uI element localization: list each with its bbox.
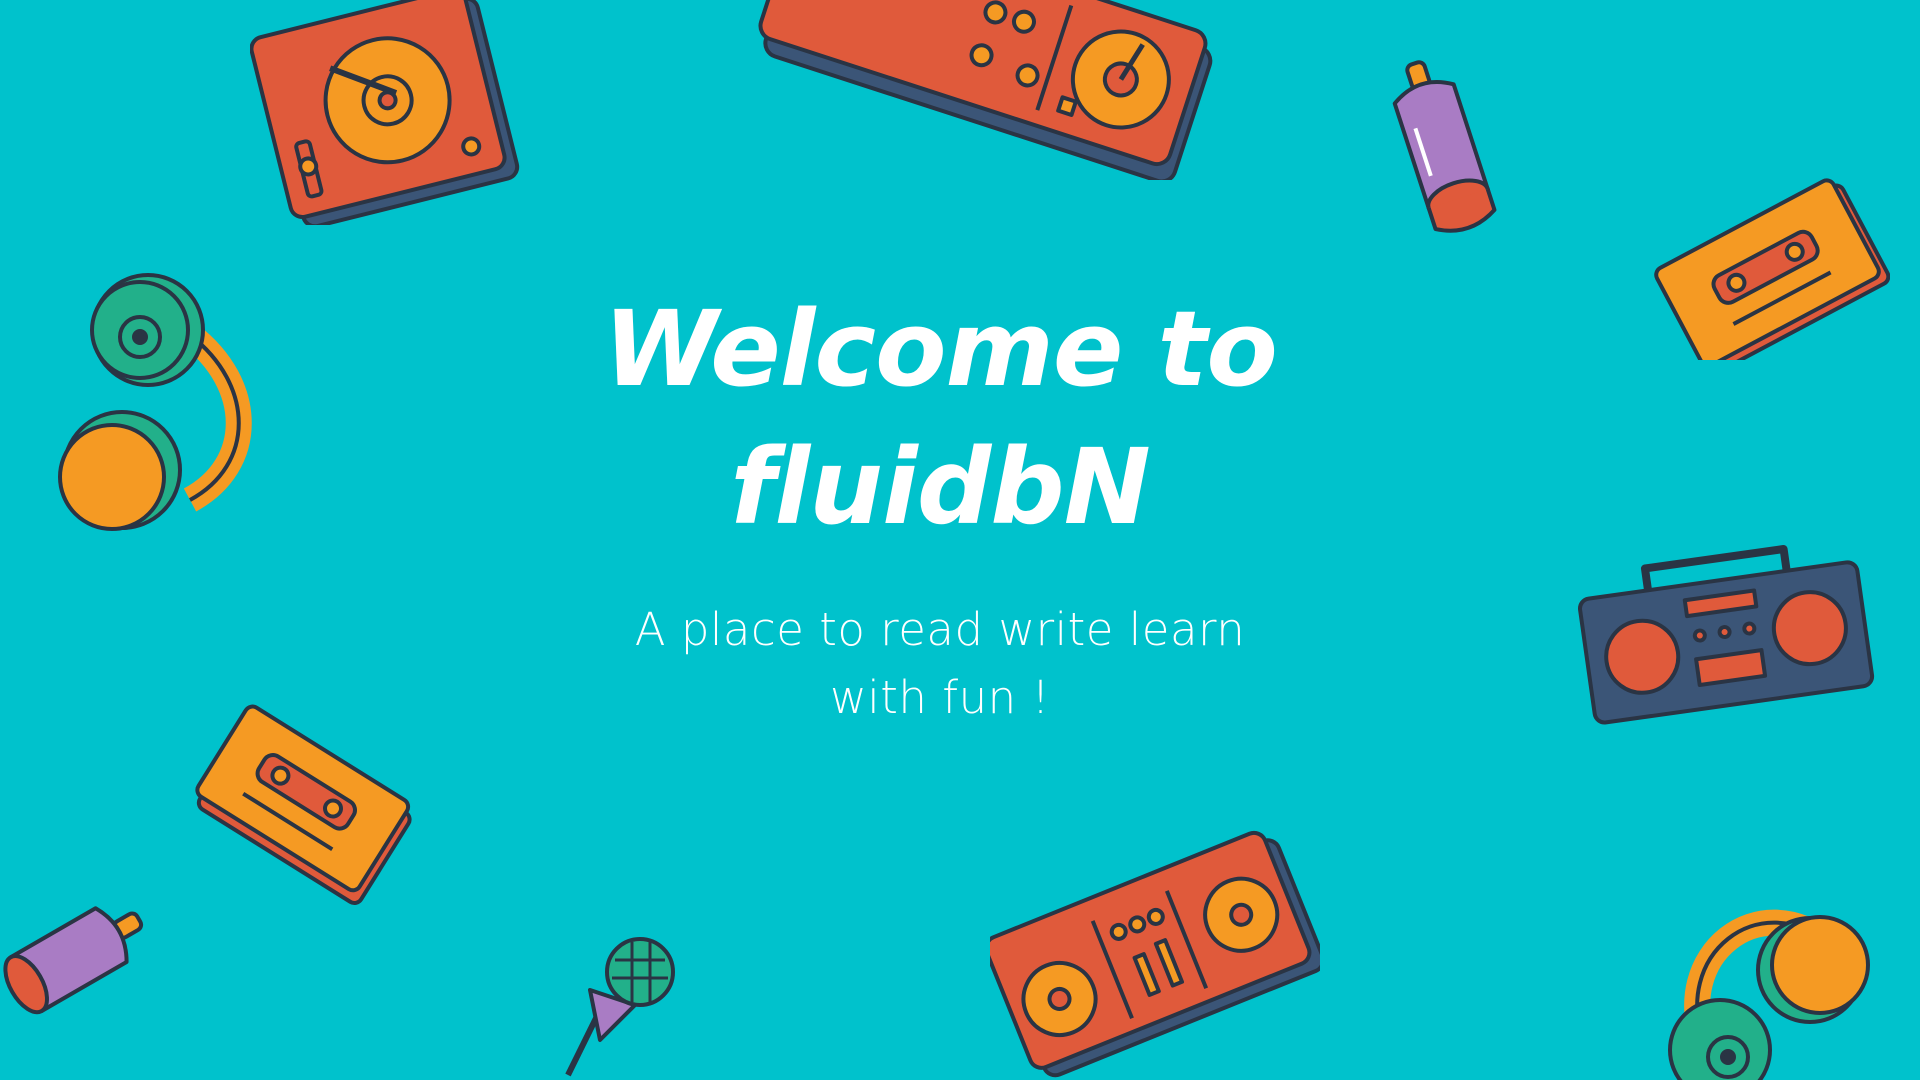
cassette-tape-icon	[1650, 170, 1890, 360]
tagline-line-2: with fun !	[829, 671, 1050, 724]
cassette-tape-icon	[190, 690, 430, 910]
spray-can-icon	[0, 880, 150, 1040]
boombox-icon	[1575, 540, 1875, 730]
title-line-2: fluidbN	[730, 426, 1151, 548]
tagline-line-1: A place to read write learn	[634, 603, 1246, 656]
tagline: A place to read write learn with fun !	[590, 596, 1290, 732]
spray-can-icon	[1380, 50, 1510, 240]
turntable-icon	[250, 0, 530, 225]
page-title: Welcome to fluidbN	[560, 280, 1320, 556]
headphones-icon	[1650, 875, 1880, 1080]
dj-mixer-icon	[990, 830, 1320, 1080]
dj-mixer-icon	[740, 0, 1220, 180]
headphones-icon	[40, 265, 260, 535]
title-line-1: Welcome to	[603, 288, 1278, 410]
microphone-icon	[540, 930, 680, 1080]
hero: Welcome to fluidbN A place to read write…	[560, 280, 1320, 732]
